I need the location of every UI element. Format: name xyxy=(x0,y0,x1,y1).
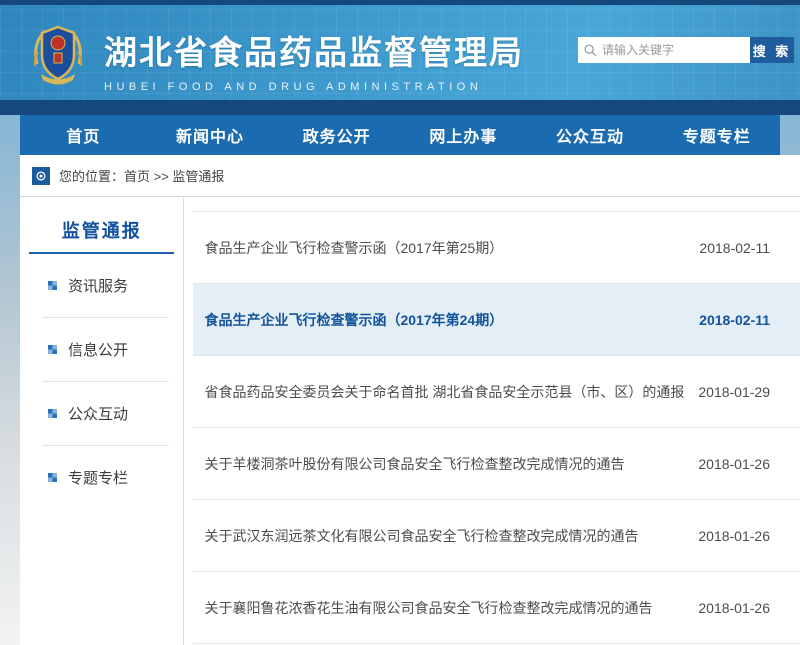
news-link[interactable]: 食品生产企业飞行检查警示函（2017年第24期） xyxy=(204,310,517,330)
grid-bullet-icon xyxy=(48,409,57,418)
news-row: 食品生产企业飞行检查警示函（2017年第25期） 2018-02-11 xyxy=(193,212,800,284)
breadcrumb-path[interactable]: 首页 >> 监管通报 xyxy=(124,166,224,185)
main-nav: 首页 新闻中心 政务公开 网上办事 公众互动 专题专栏 xyxy=(20,115,780,155)
news-row: 关于武汉东润远茶文化有限公司食品安全飞行检查整改完成情况的通告 2018-01-… xyxy=(193,500,800,572)
news-date: 2018-01-26 xyxy=(698,600,770,616)
badge-icon xyxy=(28,22,88,86)
sidebar-item-label: 资讯服务 xyxy=(68,275,128,296)
sidebar-item[interactable]: 专题专栏 xyxy=(42,446,169,509)
sidebar-item-label: 信息公开 xyxy=(68,339,128,360)
sidebar-item-label: 专题专栏 xyxy=(68,467,128,488)
nav-item[interactable]: 首页 xyxy=(20,115,147,155)
news-link[interactable]: 食品生产企业飞行检查警示函（2017年第25期） xyxy=(204,238,517,258)
news-row: 食品生产企业飞行检查警示函（2017年第24期） 2018-02-11 xyxy=(193,284,800,356)
site-title: 湖北省食品药品监督管理局 xyxy=(104,26,524,74)
nav-item[interactable]: 新闻中心 xyxy=(147,115,274,155)
agency-logo-badge[interactable] xyxy=(28,22,88,86)
site-search: 搜 索 xyxy=(578,37,794,63)
site-header: 湖北省食品药品监督管理局 HUBEI FOOD AND DRUG ADMINIS… xyxy=(0,0,800,115)
sidebar-item[interactable]: 公众互动 xyxy=(42,382,169,446)
news-row: 省食品药品安全委员会关于命名首批 湖北省食品安全示范县（市、区）的通报 2018… xyxy=(193,356,800,428)
location-icon xyxy=(32,167,50,185)
brand-block: 湖北省食品药品监督管理局 HUBEI FOOD AND DRUG ADMINIS… xyxy=(104,26,524,93)
page: 湖北省食品药品监督管理局 HUBEI FOOD AND DRUG ADMINIS… xyxy=(0,0,800,645)
news-link[interactable]: 关于襄阳鲁花浓香花生油有限公司食品安全飞行检查整改完成情况的通告 xyxy=(204,598,666,618)
site-subtitle: HUBEI FOOD AND DRUG ADMINISTRATION xyxy=(104,81,524,93)
news-row: 关于襄阳鲁花浓香花生油有限公司食品安全飞行检查整改完成情况的通告 2018-01… xyxy=(193,572,800,644)
sidebar-section-title: 监管通报 xyxy=(29,217,174,254)
grid-bullet-icon xyxy=(48,281,57,290)
search-input[interactable] xyxy=(602,43,744,57)
sidebar-item[interactable]: 资讯服务 xyxy=(42,254,169,318)
news-link[interactable]: 省食品药品安全委员会关于命名首批 湖北省食品安全示范县（市、区）的通报 xyxy=(204,382,698,402)
content-area: 监管通报 资讯服务 信息公开 公众互动 xyxy=(20,197,800,645)
search-box xyxy=(578,37,750,63)
main-panel: 食品生产企业飞行检查警示函（2017年第25期） 2018-02-11 食品生产… xyxy=(184,197,800,645)
nav-item[interactable]: 专题专栏 xyxy=(653,115,780,155)
sidebar-menu: 资讯服务 信息公开 公众互动 专题专栏 xyxy=(42,254,169,509)
header-bottom-band xyxy=(0,100,800,115)
news-row: 关于羊楼洞茶叶股份有限公司食品安全飞行检查整改完成情况的通告 2018-01-2… xyxy=(193,428,800,500)
header-top-strip xyxy=(0,0,800,5)
breadcrumb-prefix: 您的位置： xyxy=(59,166,124,185)
sidebar: 监管通报 资讯服务 信息公开 公众互动 xyxy=(20,197,184,645)
nav-item[interactable]: 公众互动 xyxy=(527,115,654,155)
search-icon xyxy=(584,44,597,57)
nav-item[interactable]: 政务公开 xyxy=(273,115,400,155)
search-button[interactable]: 搜 索 xyxy=(750,37,794,63)
news-date: 2018-01-29 xyxy=(698,384,770,400)
news-date: 2018-02-11 xyxy=(699,240,770,256)
grid-bullet-icon xyxy=(48,473,57,482)
news-link[interactable]: 关于羊楼洞茶叶股份有限公司食品安全飞行检查整改完成情况的通告 xyxy=(204,454,638,474)
news-date: 2018-01-26 xyxy=(698,456,770,472)
breadcrumb: 您的位置： 首页 >> 监管通报 xyxy=(20,155,800,197)
news-link[interactable]: 关于武汉东润远茶文化有限公司食品安全飞行检查整改完成情况的通告 xyxy=(204,526,652,546)
news-list: 食品生产企业飞行检查警示函（2017年第25期） 2018-02-11 食品生产… xyxy=(193,211,800,644)
nav-item[interactable]: 网上办事 xyxy=(400,115,527,155)
news-date: 2018-02-11 xyxy=(699,312,770,328)
sidebar-item-label: 公众互动 xyxy=(68,403,128,424)
grid-bullet-icon xyxy=(48,345,57,354)
news-date: 2018-01-26 xyxy=(698,528,770,544)
sidebar-item[interactable]: 信息公开 xyxy=(42,318,169,382)
